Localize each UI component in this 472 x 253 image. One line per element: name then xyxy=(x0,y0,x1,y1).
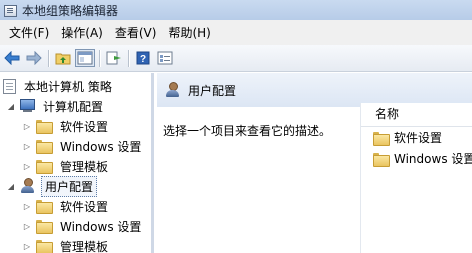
description-text: 选择一个项目来查看它的描述。 xyxy=(163,124,332,138)
menu-bar: 文件(F) 操作(A) 查看(V) 帮助(H) xyxy=(0,20,472,45)
tree-item-label-selected: 用户配置 xyxy=(41,175,98,197)
properties-button[interactable] xyxy=(155,49,175,67)
toolbar-separator xyxy=(128,49,129,67)
navigation-tree: 本地计算机 策略 ◢ 计算机配置 ▷ 软件设置 ▷ Windows 设置 ▷ 管… xyxy=(0,73,154,253)
policy-document-icon xyxy=(3,78,16,94)
content-title: 用户配置 xyxy=(188,83,237,98)
tree-item-user-configuration[interactable]: ◢ 用户配置 xyxy=(6,175,98,197)
tree-item-label: 计算机配置 xyxy=(43,99,104,114)
tree-item-label: 管理模板 xyxy=(60,239,109,253)
user-icon xyxy=(165,82,181,98)
tree-item-computer-configuration[interactable]: ◢ 计算机配置 xyxy=(6,96,106,116)
folder-icon xyxy=(36,140,53,154)
folder-icon xyxy=(373,152,390,167)
folder-icon xyxy=(373,131,390,146)
user-icon xyxy=(20,178,36,194)
menu-help[interactable]: 帮助(H) xyxy=(162,24,216,41)
expand-arrow-icon[interactable]: ▷ xyxy=(22,116,32,136)
tree-item-user-windows-settings[interactable]: ▷ Windows 设置 xyxy=(22,216,144,236)
tree-item-label: 管理模板 xyxy=(60,159,109,174)
folder-icon xyxy=(36,200,53,214)
expand-arrow-icon[interactable]: ▷ xyxy=(22,196,32,216)
content-pane: 用户配置 选择一个项目来查看它的描述。 名称 软件设置 Windows 设置 xyxy=(157,73,472,253)
menu-view[interactable]: 查看(V) xyxy=(109,24,163,41)
forward-button[interactable] xyxy=(24,49,44,67)
collapse-arrow-icon[interactable]: ◢ xyxy=(6,176,16,196)
up-level-button[interactable] xyxy=(53,49,73,67)
list-item-windows-settings[interactable]: Windows 设置 xyxy=(361,148,472,169)
menu-action[interactable]: 操作(A) xyxy=(55,24,109,41)
folder-icon xyxy=(36,160,53,174)
back-button[interactable] xyxy=(2,49,22,67)
list-item-software-settings[interactable]: 软件设置 xyxy=(361,127,472,148)
expand-arrow-icon[interactable]: ▷ xyxy=(22,156,32,176)
item-list: 名称 软件设置 Windows 设置 xyxy=(360,103,472,253)
toolbar-separator xyxy=(48,49,49,67)
help-icon: ? xyxy=(136,51,150,65)
tree-item-label: Windows 设置 xyxy=(60,139,142,154)
tree-item-label: 软件设置 xyxy=(60,119,109,134)
svg-text:?: ? xyxy=(140,54,146,65)
policy-editor-app-icon xyxy=(4,4,17,17)
show-hide-tree-icon xyxy=(77,51,93,65)
expand-arrow-icon[interactable]: ▷ xyxy=(22,136,32,156)
properties-icon xyxy=(157,51,173,65)
tree-item-computer-admin-templates[interactable]: ▷ 管理模板 xyxy=(22,156,111,176)
content-header: 用户配置 xyxy=(157,73,472,107)
show-hide-tree-button[interactable] xyxy=(75,49,95,67)
menu-file[interactable]: 文件(F) xyxy=(3,24,55,41)
collapse-arrow-icon[interactable]: ◢ xyxy=(6,96,16,116)
folder-icon xyxy=(36,240,53,253)
tree-item-label: 本地计算机 策略 xyxy=(24,79,112,94)
up-folder-icon xyxy=(55,53,71,65)
tree-item-label: Windows 设置 xyxy=(60,219,142,234)
back-icon xyxy=(4,51,20,65)
help-button[interactable]: ? xyxy=(133,49,153,67)
folder-icon xyxy=(36,120,53,134)
list-item-label: Windows 设置 xyxy=(394,152,472,166)
column-header-name[interactable]: 名称 xyxy=(361,103,472,127)
toolbar: ? xyxy=(0,45,472,72)
toolbar-separator xyxy=(99,49,100,67)
tree-item-computer-windows-settings[interactable]: ▷ Windows 设置 xyxy=(22,136,144,156)
window-title: 本地组策略编辑器 xyxy=(22,3,119,18)
title-bar: 本地组策略编辑器 xyxy=(0,0,472,20)
expand-arrow-icon[interactable]: ▷ xyxy=(22,236,32,253)
tree-item-user-admin-templates[interactable]: ▷ 管理模板 xyxy=(22,236,111,253)
export-list-button[interactable] xyxy=(104,49,124,67)
tree-item-computer-software-settings[interactable]: ▷ 软件设置 xyxy=(22,116,111,136)
tree-item-local-computer-policy[interactable]: 本地计算机 策略 xyxy=(3,76,115,96)
tree-item-user-software-settings[interactable]: ▷ 软件设置 xyxy=(22,196,111,216)
forward-icon xyxy=(26,51,42,65)
export-list-icon xyxy=(106,51,121,65)
computer-icon xyxy=(20,99,35,113)
folder-icon xyxy=(36,220,53,234)
expand-arrow-icon[interactable]: ▷ xyxy=(22,216,32,236)
list-item-label: 软件设置 xyxy=(394,131,443,145)
tree-item-label: 软件设置 xyxy=(60,199,109,214)
